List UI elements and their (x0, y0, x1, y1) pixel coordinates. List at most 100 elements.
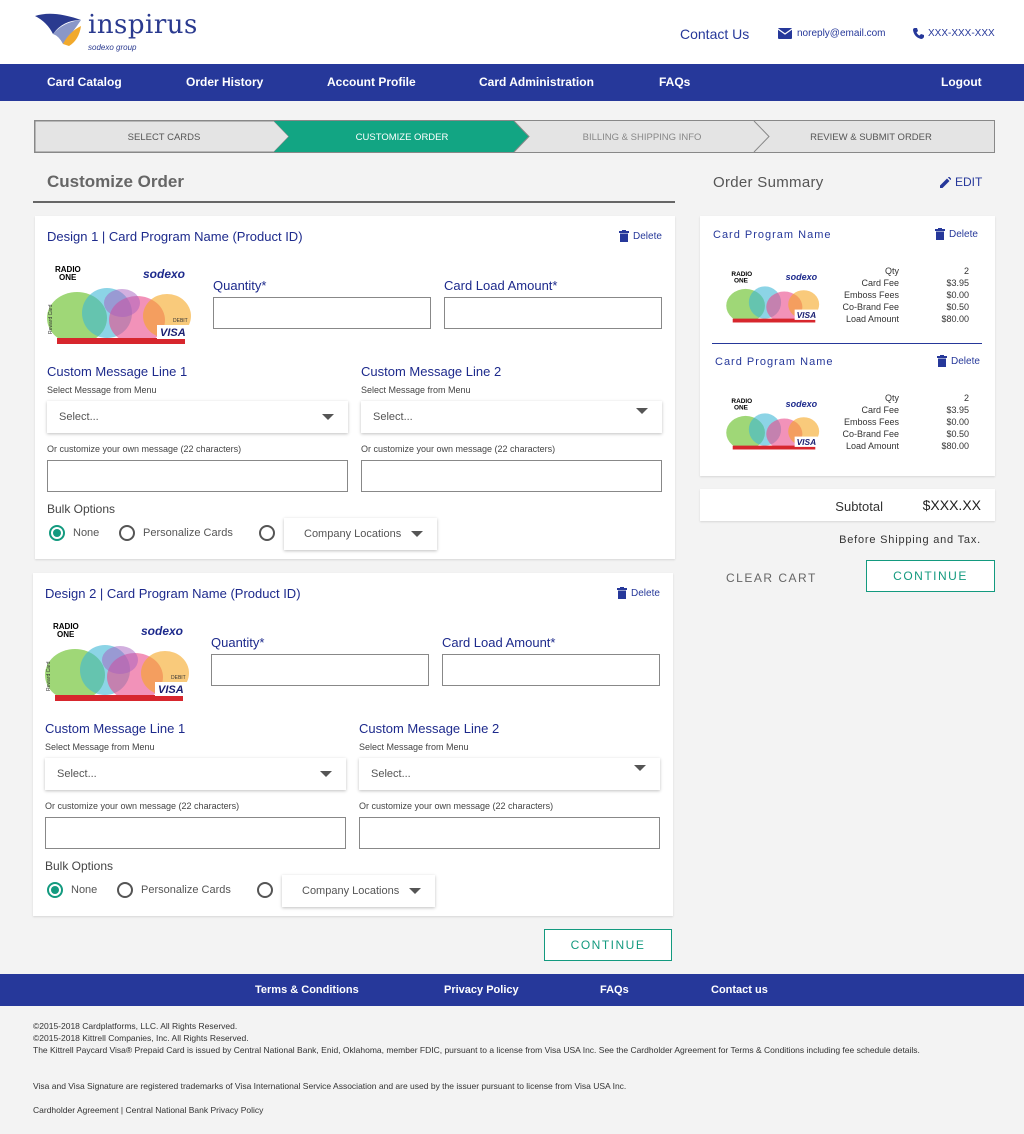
summary-row-label: Card Fee (861, 405, 899, 415)
nav-faqs[interactable]: FAQs (659, 75, 690, 89)
svg-text:VISA: VISA (158, 684, 184, 696)
message-line-2-select[interactable]: Select... (359, 758, 660, 790)
delete-summary-item-button[interactable]: Delete (937, 355, 980, 367)
nav-account-profile[interactable]: Account Profile (327, 75, 416, 89)
select-placeholder: Select... (59, 411, 99, 423)
delete-label: Delete (949, 228, 978, 240)
card-art: RADIO ONE sodexo DEBIT VISA Reward Card (45, 615, 193, 708)
select-message-hint: Select Message from Menu (359, 742, 469, 752)
design-title: Design 2 | Card Program Name (Product ID… (45, 586, 301, 601)
svg-text:sodexo: sodexo (786, 399, 818, 409)
nav-card-catalog[interactable]: Card Catalog (47, 75, 122, 89)
footer-nav: Terms & Conditions Privacy Policy FAQs C… (0, 974, 1024, 1006)
clear-cart-button[interactable]: CLEAR CART (726, 571, 817, 585)
card-art: RADIO ONE sodexo DEBIT VISA Reward Card (47, 258, 195, 351)
progress-step-2-label: CUSTOMIZE ORDER (356, 132, 449, 143)
email-link[interactable]: noreply@email.com (797, 28, 886, 39)
footer-privacy-link[interactable]: Privacy Policy (444, 984, 519, 996)
subtotal-box: Subtotal $XXX.XX (700, 489, 995, 521)
summary-row-value: $0.50 (946, 429, 969, 439)
select-message-hint: Select Message from Menu (45, 742, 155, 752)
svg-text:sodexo: sodexo (141, 624, 183, 638)
footer-contact-link[interactable]: Contact us (711, 984, 768, 996)
delete-design-button[interactable]: Delete (619, 230, 662, 242)
bulk-locations-radio[interactable] (257, 882, 273, 898)
bulk-none-radio[interactable] (47, 882, 63, 898)
quantity-input[interactable] (213, 297, 431, 329)
legal-links[interactable]: Cardholder Agreement | Central National … (33, 1104, 993, 1116)
bulk-personalize-radio[interactable] (119, 525, 135, 541)
message-line-2-select[interactable]: Select... (361, 401, 662, 433)
delete-label: Delete (631, 587, 660, 599)
company-locations-select[interactable]: Company Locations (284, 518, 437, 550)
svg-text:ONE: ONE (59, 273, 77, 282)
pencil-icon (940, 176, 951, 188)
card-load-amount-input[interactable] (444, 297, 662, 329)
bulk-options-label: Bulk Options (47, 502, 116, 516)
message-line-1-select[interactable]: Select... (45, 758, 346, 790)
progress-step-3-label: BILLING & SHIPPING INFO (583, 132, 702, 143)
delete-label: Delete (951, 355, 980, 367)
svg-text:ONE: ONE (734, 277, 749, 284)
card-load-amount-input[interactable] (442, 654, 660, 686)
delete-label: Delete (633, 230, 662, 242)
continue-button-summary[interactable]: CONTINUE (866, 560, 995, 592)
footer-faqs-link[interactable]: FAQs (600, 984, 629, 996)
svg-text:DEBIT: DEBIT (173, 318, 188, 324)
summary-row-value: $0.00 (946, 417, 969, 427)
custom-message-line-1-input[interactable] (47, 460, 348, 492)
select-message-hint: Select Message from Menu (361, 385, 471, 395)
contact-us-link[interactable]: Contact Us (680, 26, 749, 42)
card-design-image: RADIO ONE sodexo DEBIT VISA Reward Card (47, 258, 195, 351)
copyright-line-1: ©2015-2018 Cardplatforms, LLC. All Right… (33, 1021, 238, 1031)
select-message-hint: Select Message from Menu (47, 385, 157, 395)
page-title: Customize Order (47, 172, 184, 191)
summary-divider (712, 343, 982, 344)
logo-wordmark[interactable]: inspirus (88, 10, 198, 40)
continue-button-main[interactable]: CONTINUE (544, 929, 672, 961)
select-placeholder: Select... (373, 411, 413, 423)
title-divider (33, 201, 675, 203)
chevron-down-icon (634, 765, 646, 771)
footer-terms-link[interactable]: Terms & Conditions (255, 984, 359, 996)
summary-row-value: $3.95 (946, 278, 969, 288)
custom-message-line-2-input[interactable] (359, 817, 660, 849)
card-art-thumbnail: RADIO ONE sodexo VISA (726, 394, 822, 454)
company-locations-select[interactable]: Company Locations (282, 875, 435, 907)
subtotal-label: Subtotal (835, 499, 883, 514)
delete-design-button[interactable]: Delete (617, 587, 660, 599)
bulk-none-radio[interactable] (49, 525, 65, 541)
visa-trademark-notice: Visa and Visa Signature are registered t… (33, 1081, 627, 1091)
summary-row-label: Load Amount (845, 314, 899, 324)
bulk-personalize-radio[interactable] (117, 882, 133, 898)
edit-summary-button[interactable]: EDIT (940, 175, 982, 189)
custom-message-line-1-input[interactable] (45, 817, 346, 849)
phone-number[interactable]: XXX-XXX-XXX (928, 28, 995, 39)
summary-row-label: Co-Brand Fee (842, 429, 899, 439)
svg-text:sodexo: sodexo (143, 267, 185, 281)
summary-item-title: Card Program Name (713, 229, 832, 241)
svg-text:ONE: ONE (57, 630, 75, 639)
quantity-input[interactable] (211, 654, 429, 686)
summary-card-image: RADIO ONE sodexo VISA (726, 394, 822, 454)
custom-line-1-label: Custom Message Line 1 (47, 364, 188, 379)
bulk-none-label: None (71, 884, 98, 896)
summary-row-value: 2 (963, 393, 969, 403)
summary-row-value: 2 (963, 266, 969, 276)
bulk-locations-radio[interactable] (259, 525, 275, 541)
company-locations-label: Company Locations (302, 885, 400, 897)
svg-text:DEBIT: DEBIT (171, 675, 186, 681)
summary-row-value: $0.00 (946, 290, 969, 300)
delete-summary-item-button[interactable]: Delete (935, 228, 978, 240)
phone-icon (913, 28, 924, 39)
nav-logout[interactable]: Logout (941, 75, 982, 89)
nav-order-history[interactable]: Order History (186, 75, 263, 89)
tax-note: Before Shipping and Tax. (839, 534, 981, 546)
summary-card-image: RADIO ONE sodexo VISA (726, 267, 822, 327)
svg-text:sodexo: sodexo (786, 272, 818, 282)
custom-message-line-2-input[interactable] (361, 460, 662, 492)
nav-card-administration[interactable]: Card Administration (479, 75, 594, 89)
summary-item-title: Card Program Name (715, 356, 834, 368)
trash-icon (935, 228, 945, 240)
message-line-1-select[interactable]: Select... (47, 401, 348, 433)
